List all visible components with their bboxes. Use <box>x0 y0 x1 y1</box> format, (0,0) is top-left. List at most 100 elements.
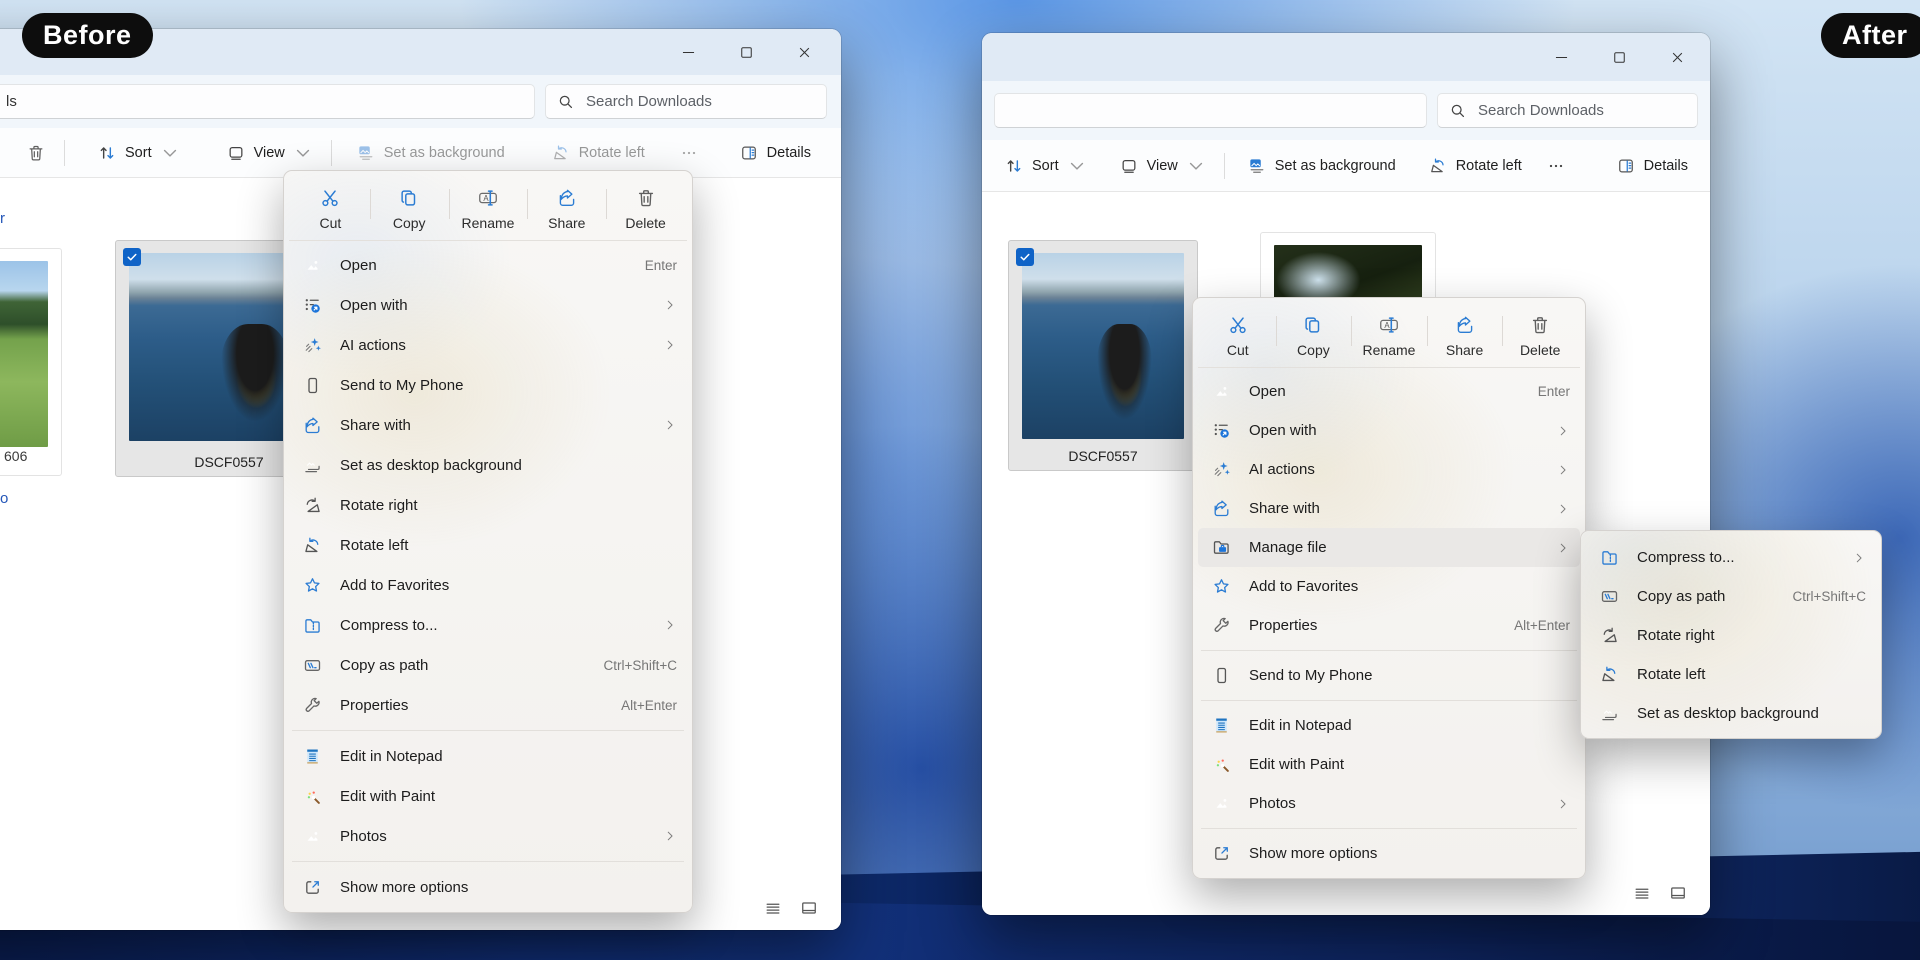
minimize-button[interactable] <box>659 29 717 75</box>
quick-action-delete[interactable]: Delete <box>606 182 685 231</box>
search-input[interactable] <box>584 92 816 111</box>
menu-items: OpenEnterOpen withAI actionsSend to My P… <box>289 241 687 907</box>
selection-checkbox[interactable] <box>123 248 141 266</box>
set-as-background-button[interactable]: Set as background <box>1239 150 1404 182</box>
file-tile-selected[interactable]: DSCF0557 <box>1008 240 1198 471</box>
copy-icon <box>398 187 420 209</box>
rotate-left-button[interactable]: Rotate left <box>1420 150 1530 182</box>
notepad-icon <box>302 746 323 767</box>
rotate-left-button[interactable]: Rotate left <box>543 137 653 169</box>
menu-item-photos[interactable]: Photos <box>289 816 687 856</box>
phone-icon <box>302 375 323 396</box>
sort-button[interactable]: Sort <box>89 137 188 169</box>
quick-action-cut[interactable]: Cut <box>291 182 370 231</box>
quick-action-rename[interactable]: Rename <box>1351 309 1427 358</box>
share-icon <box>556 187 578 209</box>
thumbnail-view-toggle-icon[interactable] <box>1668 883 1688 903</box>
menu-item-add-to-favorites[interactable]: Add to Favorites <box>289 565 687 605</box>
context-menu-after: CutCopyRenameShareDelete OpenEnterOpen w… <box>1192 297 1586 879</box>
menu-item-share-with[interactable]: Share with <box>1198 489 1580 528</box>
menu-item-open-with[interactable]: Open with <box>1198 411 1580 450</box>
list-view-toggle-icon[interactable] <box>1632 883 1652 903</box>
thumbnail-view-toggle-icon[interactable] <box>799 898 819 918</box>
menu-item-open-with[interactable]: Open with <box>289 285 687 325</box>
search-input[interactable] <box>1476 101 1687 120</box>
setdesk-icon <box>1599 703 1620 724</box>
selection-checkbox[interactable] <box>1016 248 1034 266</box>
photos-icon <box>302 255 323 276</box>
rotate-left-label: Rotate left <box>579 145 645 161</box>
quick-action-share[interactable]: Share <box>527 182 606 231</box>
menu-item-photos[interactable]: Photos <box>1198 784 1580 823</box>
menu-item-open[interactable]: OpenEnter <box>1198 372 1580 411</box>
chevron-right-icon <box>1556 797 1570 811</box>
chevron-right-icon <box>663 338 677 352</box>
menu-item-ai-actions[interactable]: AI actions <box>289 325 687 365</box>
delete-button[interactable] <box>18 137 54 169</box>
minimize-button[interactable] <box>1532 33 1590 81</box>
menu-item-manage-file[interactable]: Manage file <box>1198 528 1580 567</box>
quick-action-rename[interactable]: Rename <box>449 182 528 231</box>
address-bar[interactable] <box>994 93 1427 128</box>
command-toolbar: Sort View Set as background Rotate left <box>982 140 1710 192</box>
menu-item-open[interactable]: OpenEnter <box>289 245 687 285</box>
menu-item-add-to-favorites[interactable]: Add to Favorites <box>1198 567 1580 606</box>
close-button[interactable] <box>1648 33 1706 81</box>
view-button[interactable]: View <box>218 137 321 169</box>
submenu-item-set-as-desktop-background[interactable]: Set as desktop background <box>1586 694 1876 733</box>
setdesk-icon <box>302 455 323 476</box>
menu-items: OpenEnterOpen withAI actionsShare withMa… <box>1198 368 1580 873</box>
menu-item-properties[interactable]: PropertiesAlt+Enter <box>289 685 687 725</box>
quick-action-copy[interactable]: Copy <box>370 182 449 231</box>
photos-icon <box>302 826 323 847</box>
menu-item-send-to-my-phone[interactable]: Send to My Phone <box>289 365 687 405</box>
search-box[interactable] <box>1437 93 1698 128</box>
maximize-button[interactable] <box>1590 33 1648 81</box>
menu-separator <box>1201 700 1577 701</box>
menu-item-share-with[interactable]: Share with <box>289 405 687 445</box>
menu-item-compress-to[interactable]: Compress to... <box>289 605 687 645</box>
set-as-background-button[interactable]: Set as background <box>348 137 513 169</box>
quick-action-delete[interactable]: Delete <box>1502 309 1578 358</box>
list-view-toggle-icon[interactable] <box>763 898 783 918</box>
file-tile-golf[interactable] <box>0 248 62 476</box>
menu-item-edit-in-notepad[interactable]: Edit in Notepad <box>289 736 687 776</box>
menu-item-edit-with-paint[interactable]: Edit with Paint <box>289 776 687 816</box>
view-button[interactable]: View <box>1111 150 1214 182</box>
menu-item-show-more-options[interactable]: Show more options <box>1198 834 1580 873</box>
chevron-right-icon <box>1852 551 1866 565</box>
submenu-item-rotate-left[interactable]: Rotate left <box>1586 655 1876 694</box>
menu-item-ai-actions[interactable]: AI actions <box>1198 450 1580 489</box>
quick-actions-bar: CutCopyRenameShareDelete <box>1198 303 1580 368</box>
menu-item-set-as-desktop-background[interactable]: Set as desktop background <box>289 445 687 485</box>
quick-action-share[interactable]: Share <box>1427 309 1503 358</box>
menu-item-rotate-left[interactable]: Rotate left <box>289 525 687 565</box>
view-label: View <box>254 145 285 161</box>
details-button[interactable]: Details <box>731 137 819 169</box>
menu-item-show-more-options[interactable]: Show more options <box>289 867 687 907</box>
submenu-item-copy-as-path[interactable]: Copy as pathCtrl+Shift+C <box>1586 577 1876 616</box>
close-button[interactable] <box>775 29 833 75</box>
menu-item-rotate-right[interactable]: Rotate right <box>289 485 687 525</box>
sort-button[interactable]: Sort <box>996 150 1095 182</box>
menu-item-edit-with-paint[interactable]: Edit with Paint <box>1198 745 1580 784</box>
share-icon <box>1454 314 1476 336</box>
submenu-item-rotate-right[interactable]: Rotate right <box>1586 616 1876 655</box>
set-background-icon <box>356 143 376 163</box>
details-button[interactable]: Details <box>1608 150 1696 182</box>
address-bar[interactable]: ls <box>0 84 535 119</box>
quick-action-cut[interactable]: Cut <box>1200 309 1276 358</box>
context-menu-before: CutCopyRenameShareDelete OpenEnterOpen w… <box>283 170 693 913</box>
submenu-item-compress-to[interactable]: Compress to... <box>1586 538 1876 577</box>
menu-item-copy-as-path[interactable]: Copy as pathCtrl+Shift+C <box>289 645 687 685</box>
maximize-button[interactable] <box>717 29 775 75</box>
search-box[interactable] <box>545 84 827 119</box>
menu-item-edit-in-notepad[interactable]: Edit in Notepad <box>1198 706 1580 745</box>
chevron-down-icon <box>1186 156 1206 176</box>
quick-action-copy[interactable]: Copy <box>1276 309 1352 358</box>
more-options-button[interactable] <box>671 137 707 169</box>
menu-item-properties[interactable]: PropertiesAlt+Enter <box>1198 606 1580 645</box>
more-options-button[interactable] <box>1538 150 1574 182</box>
menu-item-send-to-my-phone[interactable]: Send to My Phone <box>1198 656 1580 695</box>
chevron-down-icon <box>160 143 180 163</box>
